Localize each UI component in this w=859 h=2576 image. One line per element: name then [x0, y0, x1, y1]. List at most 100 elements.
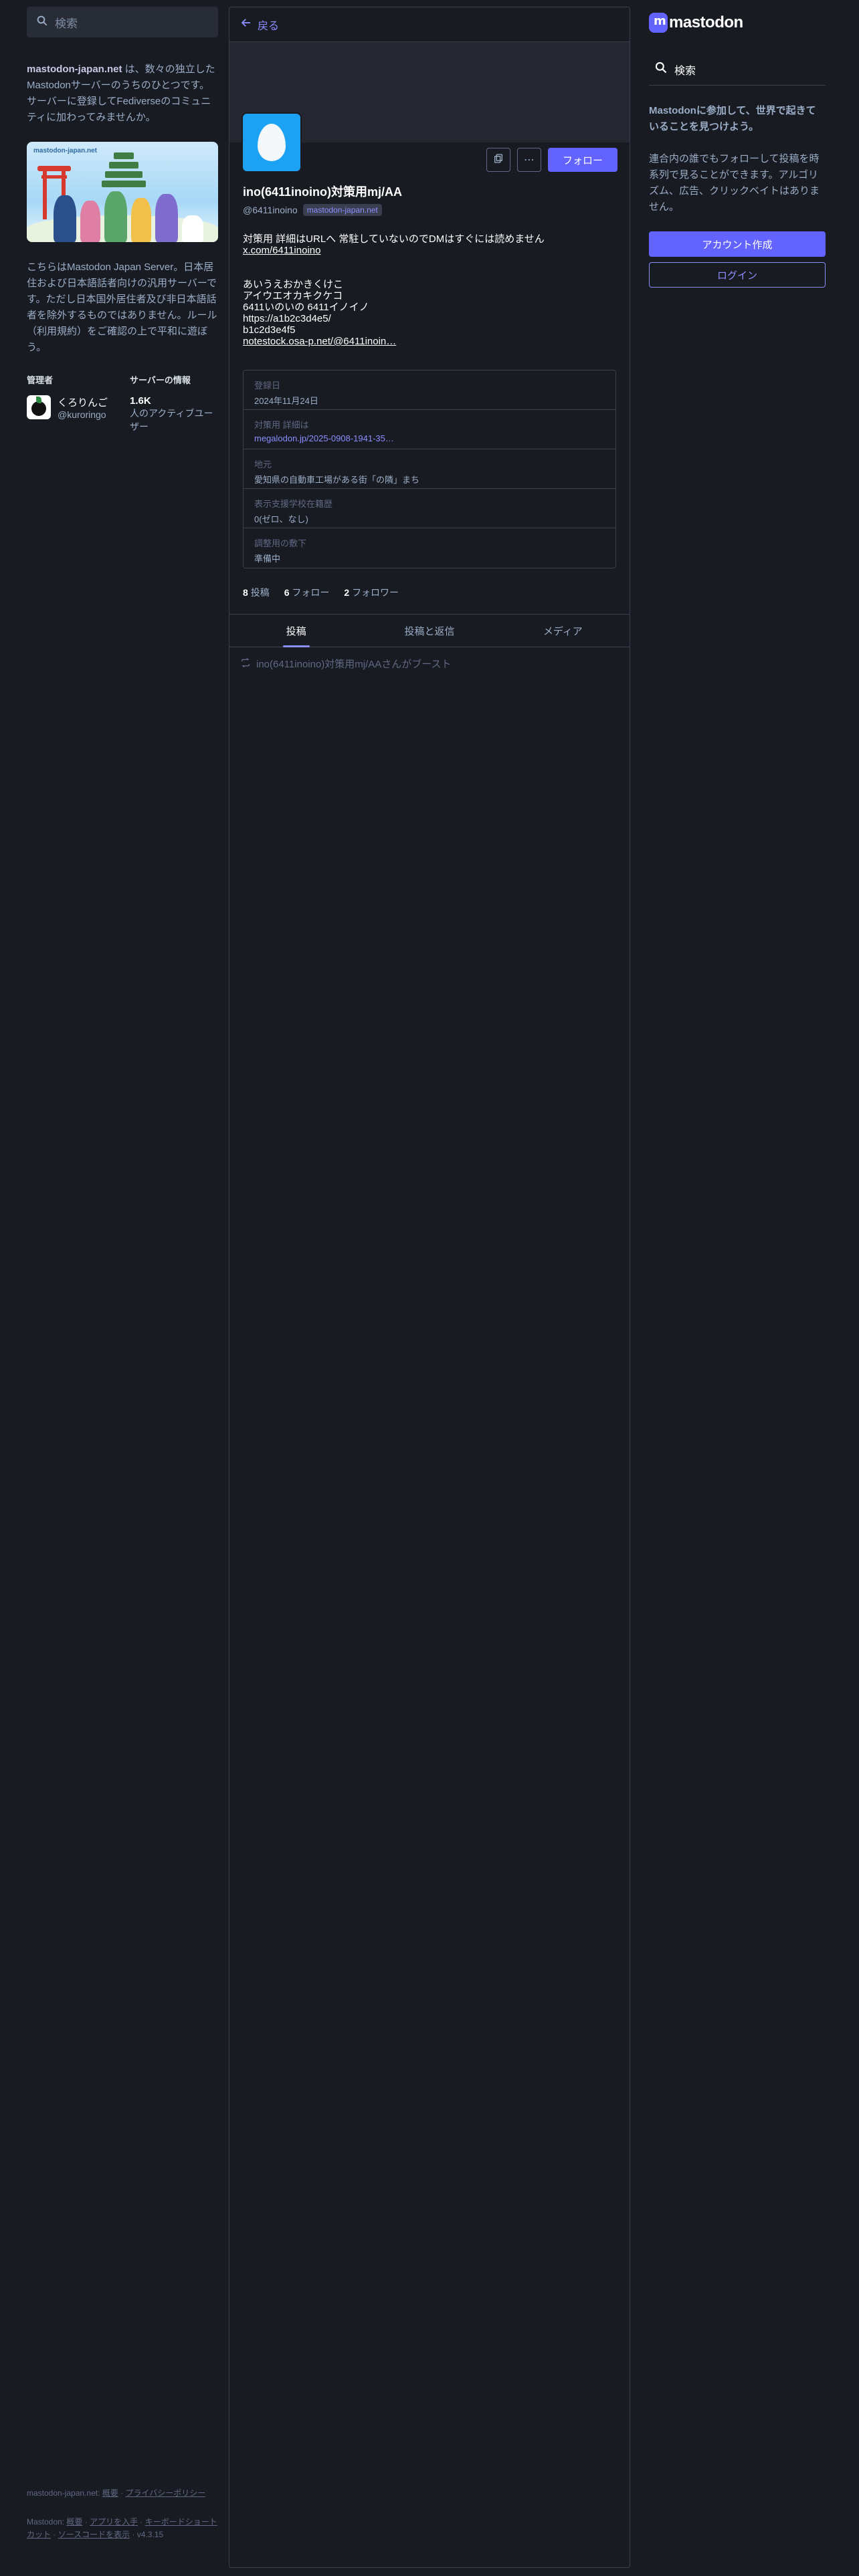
boost-indicator[interactable]: ino(6411inoino)対策用mj/AAさんがブースト: [229, 647, 630, 680]
nav-search-link[interactable]: 検索: [649, 53, 826, 86]
field-value: 愛知県の自動車工場がある街「の隣」まち: [254, 475, 420, 485]
profile-actions: ⋯ フォロー: [486, 148, 617, 172]
domain-badge[interactable]: mastodon-japan.net: [302, 204, 382, 216]
handle-row: @6411inoino mastodon-japan.net: [243, 204, 616, 216]
boost-text: ino(6411inoino)対策用mj/AAさんがブースト: [256, 659, 452, 670]
profile-top: ⋯ フォロー: [229, 112, 630, 183]
profile-field: 地元 愛知県の自動車工場がある街「の隣」まち: [244, 449, 615, 489]
posts-count[interactable]: 8 投稿: [243, 586, 270, 599]
server-hero-image: mastodon-japan.net: [27, 142, 218, 242]
profile-field: 登録日 2024年11月24日: [244, 370, 615, 410]
account-handle: @6411inoino: [243, 205, 298, 215]
following-count-label: フォロー: [292, 587, 330, 598]
copy-link-button[interactable]: [486, 148, 510, 172]
pagoda-illustration: [100, 152, 147, 199]
profile-column: 戻る ⋯ フォロー ino(6411inoino)対策用mj/AA @6411i…: [229, 7, 630, 2568]
tab-posts-and-replies[interactable]: 投稿と返信: [363, 615, 496, 647]
character-illustration: [155, 194, 178, 242]
arrow-left-icon: [240, 17, 252, 32]
egg-icon: [258, 124, 286, 161]
field-name: 登録日: [254, 381, 281, 391]
footer-about-link[interactable]: 概要: [102, 2488, 118, 2498]
mastodon-logo[interactable]: mastodon: [649, 7, 826, 39]
field-name: 地元: [254, 459, 272, 469]
posts-count-number: 8: [243, 587, 248, 598]
footer-source-link[interactable]: ソースコードを表示: [58, 2530, 130, 2539]
server-about: mastodon-japan.net は、数々の独立したMastodonサーバー…: [27, 62, 218, 126]
footer-privacy-link[interactable]: プライバシーポリシー: [125, 2488, 205, 2498]
character-illustration: [80, 201, 100, 242]
display-name: ino(6411inoino)対策用mj/AA: [243, 185, 403, 199]
bio-line: あいうえおかきくけこ: [243, 279, 344, 290]
footer-mastodon: Mastodon: [27, 2517, 62, 2527]
follow-button[interactable]: フォロー: [547, 148, 617, 172]
bio-line: b1c2d3e4f5: [243, 324, 296, 336]
profile-field: 表示支援学校在籍歴 0(ゼロ、なし): [244, 489, 615, 528]
footer: mastodon-japan.net: 概要 · プライバシーポリシー Mast…: [27, 2487, 218, 2541]
bio-line: 対策用 詳細はURLへ 常駐していないのでDMはすぐには読めません: [243, 233, 545, 245]
more-options-button[interactable]: ⋯: [516, 148, 541, 172]
bio-line: https://a1b2c3d4e5/: [243, 313, 331, 324]
nav-search-label: 検索: [674, 65, 696, 77]
join-text: 連合内の誰でもフォローして投稿を時系列で見ることができます。アルゴリズム、広告、…: [649, 153, 820, 213]
footer-about-mastodon-link[interactable]: 概要: [66, 2517, 82, 2527]
field-name: 対策用 詳細は: [254, 420, 309, 430]
more-icon: ⋯: [523, 154, 535, 166]
search-input[interactable]: 検索: [27, 7, 218, 37]
server-domain: mastodon-japan.net: [27, 64, 122, 75]
followers-count-label: フォロワー: [352, 587, 399, 598]
search-icon: [36, 15, 48, 30]
active-users-label: 人のアクティブユーザー: [130, 408, 213, 432]
mastodon-logo-icon: [649, 13, 668, 33]
join-title: Mastodonに参加して、世界で起きていることを見つけよう。: [649, 105, 816, 132]
field-value: 0(ゼロ、なし): [254, 514, 308, 524]
left-sidebar: 検索 mastodon-japan.net は、数々の独立したMastodonサ…: [27, 7, 218, 2568]
tab-media[interactable]: メディア: [496, 615, 630, 647]
footer-get-app-link[interactable]: アプリを入手: [90, 2517, 138, 2527]
bio-link[interactable]: notestock.osa-p.net/@6411inoin…: [243, 336, 616, 347]
avatar[interactable]: [242, 112, 302, 173]
right-sidebar: mastodon 検索 Mastodonに参加して、世界で起きていることを見つけ…: [649, 7, 826, 288]
logo-text: mastodon: [669, 13, 743, 31]
search-icon: [654, 61, 668, 78]
admin-name: くろりんご: [58, 397, 108, 409]
posts-count-label: 投稿: [250, 587, 270, 598]
footer-sep: :: [98, 2488, 102, 2498]
profile-bio: 対策用 詳細はURLへ 常駐していないのでDMはすぐには読めません x.com/…: [229, 233, 630, 347]
tab-posts[interactable]: 投稿: [229, 615, 363, 647]
create-account-button[interactable]: アカウント作成: [649, 231, 826, 257]
field-value: 2024年11月24日: [254, 396, 318, 406]
footer-sep: ·: [138, 2517, 145, 2527]
field-name: 表示支援学校在籍歴: [254, 499, 333, 509]
profile-field: 調整用の敷下 準備中: [244, 528, 615, 568]
field-name: 調整用の敷下: [254, 538, 307, 548]
bio-line: アイウエオカキクケコ: [243, 290, 343, 302]
copy-icon: [493, 153, 504, 167]
footer-version: v4.3.15: [136, 2530, 164, 2539]
admin-account[interactable]: くろりんご @kuroringo: [27, 395, 114, 420]
followers-count[interactable]: 2 フォロワー: [344, 586, 399, 599]
character-illustration: [131, 198, 151, 242]
character-illustration: [54, 195, 76, 242]
profile-field: 対策用 詳細は megalodon.jp/2025-0908-1941-35…: [244, 410, 615, 449]
hero-title: mastodon-japan.net: [33, 147, 98, 154]
bio-link[interactable]: x.com/6411inoino: [243, 245, 616, 256]
server-stats-section: サーバーの情報 1.6K 人のアクティブユーザー: [130, 373, 217, 433]
field-value-link[interactable]: megalodon.jp/2025-0908-1941-35…: [254, 433, 605, 443]
avatar[interactable]: [27, 395, 51, 419]
footer-sep: ·: [118, 2488, 126, 2498]
profile-counts: 8 投稿 6 フォロー 2 フォロワー: [229, 586, 630, 599]
server-description: こちらはMastodon Japan Server。日本居住および日本語話者向け…: [27, 261, 217, 353]
following-count[interactable]: 6 フォロー: [284, 586, 330, 599]
admin-section: 管理者 くろりんご @kuroringo: [27, 373, 114, 433]
footer-domain: mastodon-japan.net: [27, 2488, 98, 2498]
character-illustration: [104, 191, 127, 242]
profile-fields: 登録日 2024年11月24日 対策用 詳細は megalodon.jp/202…: [243, 370, 616, 568]
profile-tabs: 投稿 投稿と返信 メディア: [229, 614, 630, 647]
back-button[interactable]: 戻る: [229, 7, 630, 42]
active-users-count: 1.6K: [130, 395, 151, 407]
login-button[interactable]: ログイン: [649, 262, 826, 288]
field-value: 準備中: [254, 554, 281, 564]
bio-line: 6411いのいの 6411イノイノ: [243, 302, 369, 313]
server-info: 管理者 くろりんご @kuroringo サーバーの情報 1.6K 人のアクティ…: [27, 373, 218, 433]
